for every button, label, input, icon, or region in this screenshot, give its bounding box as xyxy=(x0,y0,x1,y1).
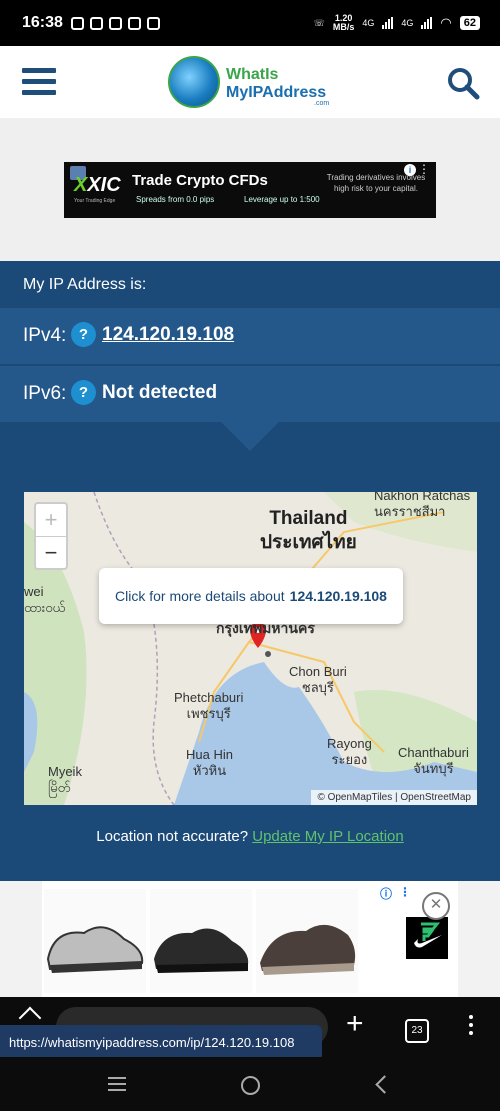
location-question: Location not accurate? xyxy=(96,828,249,845)
ip-heading: My IP Address is: xyxy=(23,276,147,293)
location-accuracy-line: Location not accurate? Update My IP Loca… xyxy=(0,828,500,845)
app-notification-icon xyxy=(89,16,103,30)
adchoices-green-icon[interactable] xyxy=(418,921,440,943)
network-type-2: 4G xyxy=(401,18,414,28)
telegram-notification-icon xyxy=(70,16,84,30)
map-label-nakhon: Nakhon Ratchas นครราชสีมา xyxy=(374,492,471,519)
map-popup[interactable]: Click for more details about 124.120.19.… xyxy=(99,568,403,624)
map-label-chanthaburi: Chanthaburi จันทบุรี xyxy=(398,745,469,776)
site-header: WhatIs MyIPAddress .com xyxy=(0,46,500,118)
map-label-rayong: Rayong ระยอง xyxy=(327,736,372,767)
status-bar: 16:38 ☏ 1.20 MB/s 4G 4G ◠ 62 xyxy=(0,0,500,46)
search-icon[interactable] xyxy=(446,66,480,100)
zoom-in-button[interactable]: + xyxy=(36,504,66,537)
update-location-link[interactable]: Update My IP Location xyxy=(252,828,403,845)
map-label-dawei: wei ထားဝယ် xyxy=(24,584,66,615)
system-navigation-bar xyxy=(0,1057,500,1111)
tab-switcher-button[interactable]: 23 xyxy=(405,1019,429,1043)
ipv4-help-icon[interactable]: ? xyxy=(71,322,96,347)
mi-notification-icon xyxy=(127,16,141,30)
system-indicators: ☏ 1.20 MB/s 4G 4G ◠ 62 xyxy=(314,14,480,32)
shoe-ad-info-icon[interactable]: ⓘ xyxy=(380,885,392,902)
zoom-out-button[interactable]: − xyxy=(36,537,66,569)
ipv4-row: IPv4: ? 124.120.19.108 xyxy=(0,308,500,365)
map-zoom-control: + − xyxy=(34,502,68,570)
globe-icon xyxy=(168,56,220,108)
map-label-thailand: Thailand ประเทศไทย xyxy=(260,508,357,553)
ipv6-value: Not detected xyxy=(102,382,218,403)
ipv6-label: IPv6: xyxy=(23,383,67,404)
battery-icon: 62 xyxy=(459,16,480,30)
map-label-huahin: Hua Hin หัวหิน xyxy=(186,747,233,778)
site-logo[interactable]: WhatIs MyIPAddress .com xyxy=(168,54,338,112)
logo-text-myipaddress: MyIPAddress xyxy=(226,84,327,101)
ip-address-section: My IP Address is: IPv4: ? 124.120.19.108… xyxy=(0,261,500,881)
call-icon: ☏ xyxy=(313,17,325,28)
shoe-ad-banner[interactable]: ⓘ ⋮ xyxy=(42,881,458,997)
crypto-ad-banner[interactable]: XXIC Your Trading Edge Trade Crypto CFDs… xyxy=(64,162,436,218)
ipv4-label: IPv4: xyxy=(23,325,67,346)
link-preview-tooltip: https://whatismyipaddress.com/ip/124.120… xyxy=(0,1025,322,1061)
shoe-ad-more-icon[interactable]: ⋮ xyxy=(399,885,411,899)
recent-apps-icon[interactable] xyxy=(108,1077,126,1095)
ad-title: Trade Crypto CFDs xyxy=(132,172,268,189)
ad-feature-leverage: Leverage up to 1:500 xyxy=(244,195,320,204)
network-speed: 1.20 MB/s xyxy=(332,13,355,32)
map-label-chonburi: Chon Buri ชลบุรี xyxy=(289,664,347,695)
map-popup-ip[interactable]: 124.120.19.108 xyxy=(290,588,387,604)
ad-tagline: Your Trading Edge xyxy=(74,198,116,204)
shoe-image-3[interactable] xyxy=(256,889,358,993)
map-label-phetchaburi: Phetchaburi เพชรบุรี xyxy=(174,690,244,721)
hamburger-icon[interactable] xyxy=(22,68,56,96)
message-notification-icon xyxy=(146,16,160,30)
close-ad-icon[interactable]: ✕ xyxy=(422,892,450,920)
shoe-ad-area: ⓘ ⋮ ✕ xyxy=(0,881,500,997)
shoe-image-1[interactable] xyxy=(44,889,146,993)
map-label-myeik: Myeik မြိတ် xyxy=(48,764,82,795)
ad-area: XXIC Your Trading Edge Trade Crypto CFDs… xyxy=(0,118,500,261)
ipv6-row: IPv6: ? Not detected xyxy=(0,366,500,422)
google-notification-icon xyxy=(108,16,122,30)
pointer-notch xyxy=(221,422,279,451)
ad-more-icon[interactable]: ⋮ xyxy=(418,162,430,176)
clock: 16:38 xyxy=(22,14,63,31)
logo-text-whatis: WhatIs xyxy=(226,66,279,83)
ipv6-help-icon[interactable]: ? xyxy=(71,380,96,405)
signal-icon-2 xyxy=(421,17,433,29)
home-icon[interactable] xyxy=(241,1076,260,1095)
shoe-image-2[interactable] xyxy=(150,889,252,993)
logo-text-com: .com xyxy=(314,100,330,107)
map-popup-text: Click for more details about xyxy=(115,588,285,604)
ad-info-icon[interactable]: i xyxy=(404,164,416,176)
wifi-icon: ◠ xyxy=(440,15,452,30)
ipv4-address-link[interactable]: 124.120.19.108 xyxy=(102,324,234,346)
new-tab-button[interactable]: + xyxy=(346,1009,364,1039)
back-icon[interactable] xyxy=(375,1075,394,1094)
location-map[interactable]: Thailand ประเทศไทย Nakhon Ratchas นครราช… xyxy=(24,492,477,805)
signal-icon xyxy=(382,17,394,29)
ad-brand-logo: XXIC xyxy=(74,174,121,196)
map-attribution[interactable]: © OpenMapTiles | OpenStreetMap xyxy=(311,790,477,805)
ad-feature-spreads: Spreads from 0.0 pips xyxy=(136,195,215,204)
notification-icons xyxy=(70,16,160,30)
browser-menu-icon[interactable] xyxy=(466,1015,476,1039)
network-type-1: 4G xyxy=(362,18,375,28)
